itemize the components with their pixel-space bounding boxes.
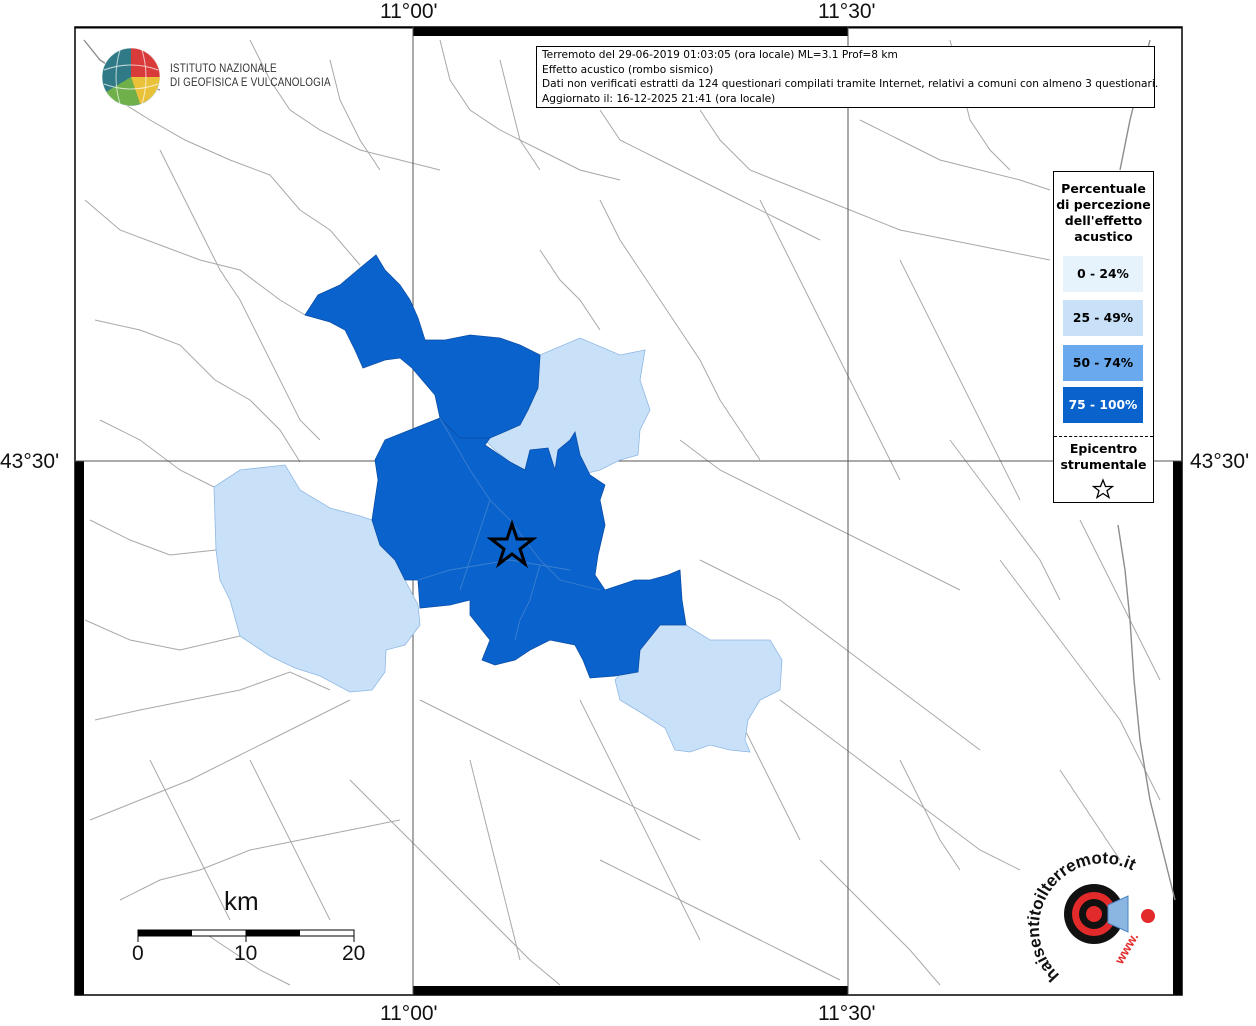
legend-epicenter-label: Epicentro strumentale (1054, 441, 1153, 473)
legend-class-0-24: 0 - 24% (1063, 256, 1143, 292)
scale-label-10: 10 (234, 942, 258, 965)
ingv-name-line1: ISTITUTO NAZIONALE (170, 63, 277, 75)
coord-top-left: 11°00' (380, 0, 438, 23)
ingv-name-line2: DI GEOFISICA E VULCANOLOGIA (170, 76, 331, 89)
legend-title-line: di percezione (1056, 197, 1151, 212)
legend-epicenter-line: strumentale (1060, 457, 1147, 472)
event-info-box: Terremoto del 29-06-2019 01:03:05 (ora l… (536, 46, 1159, 108)
scale-unit: km (224, 886, 259, 916)
legend-title-line: Percentuale (1061, 181, 1146, 196)
scale-label-0: 0 (132, 942, 144, 965)
event-info-line3: Dati non verificati estratti da 124 ques… (542, 78, 1159, 91)
legend-title-line: acustico (1074, 229, 1133, 244)
coord-bottom-right: 11°30' (818, 1002, 876, 1025)
coord-left-mid: 43°30' (0, 450, 60, 473)
legend-title-line: dell'effetto (1064, 213, 1143, 228)
event-info-line1: Terremoto del 29-06-2019 01:03:05 (ora l… (542, 49, 898, 61)
legend-class-75-100: 75 - 100% (1063, 387, 1143, 423)
coord-right-mid: 43°30' (1190, 450, 1250, 473)
legend-class-50-74: 50 - 74% (1063, 345, 1143, 381)
coord-top-right: 11°30' (818, 0, 876, 23)
legend-class-25-49: 25 - 49% (1063, 300, 1143, 336)
map-canvas: haisentitoilterremoto.it www. (74, 26, 1183, 996)
coord-bottom-left: 11°00' (380, 1002, 438, 1025)
event-info-line4: Aggiornato il: 16-12-2025 21:41 (ora loc… (542, 92, 776, 105)
legend-separator (1054, 436, 1153, 437)
ingv-name: ISTITUTO NAZIONALE DI GEOFISICA E VULCAN… (170, 63, 331, 90)
legend-star-icon (1092, 478, 1114, 500)
legend-epicenter-line: Epicentro (1069, 441, 1138, 456)
ingv-globe-icon (101, 47, 161, 107)
legend-title: Percentuale di percezione dell'effetto a… (1054, 181, 1153, 245)
scale-label-20: 20 (342, 942, 366, 965)
legend: Percentuale di percezione dell'effetto a… (1053, 171, 1154, 503)
event-info-line2: Effetto acustico (rombo sismico) (542, 63, 714, 76)
